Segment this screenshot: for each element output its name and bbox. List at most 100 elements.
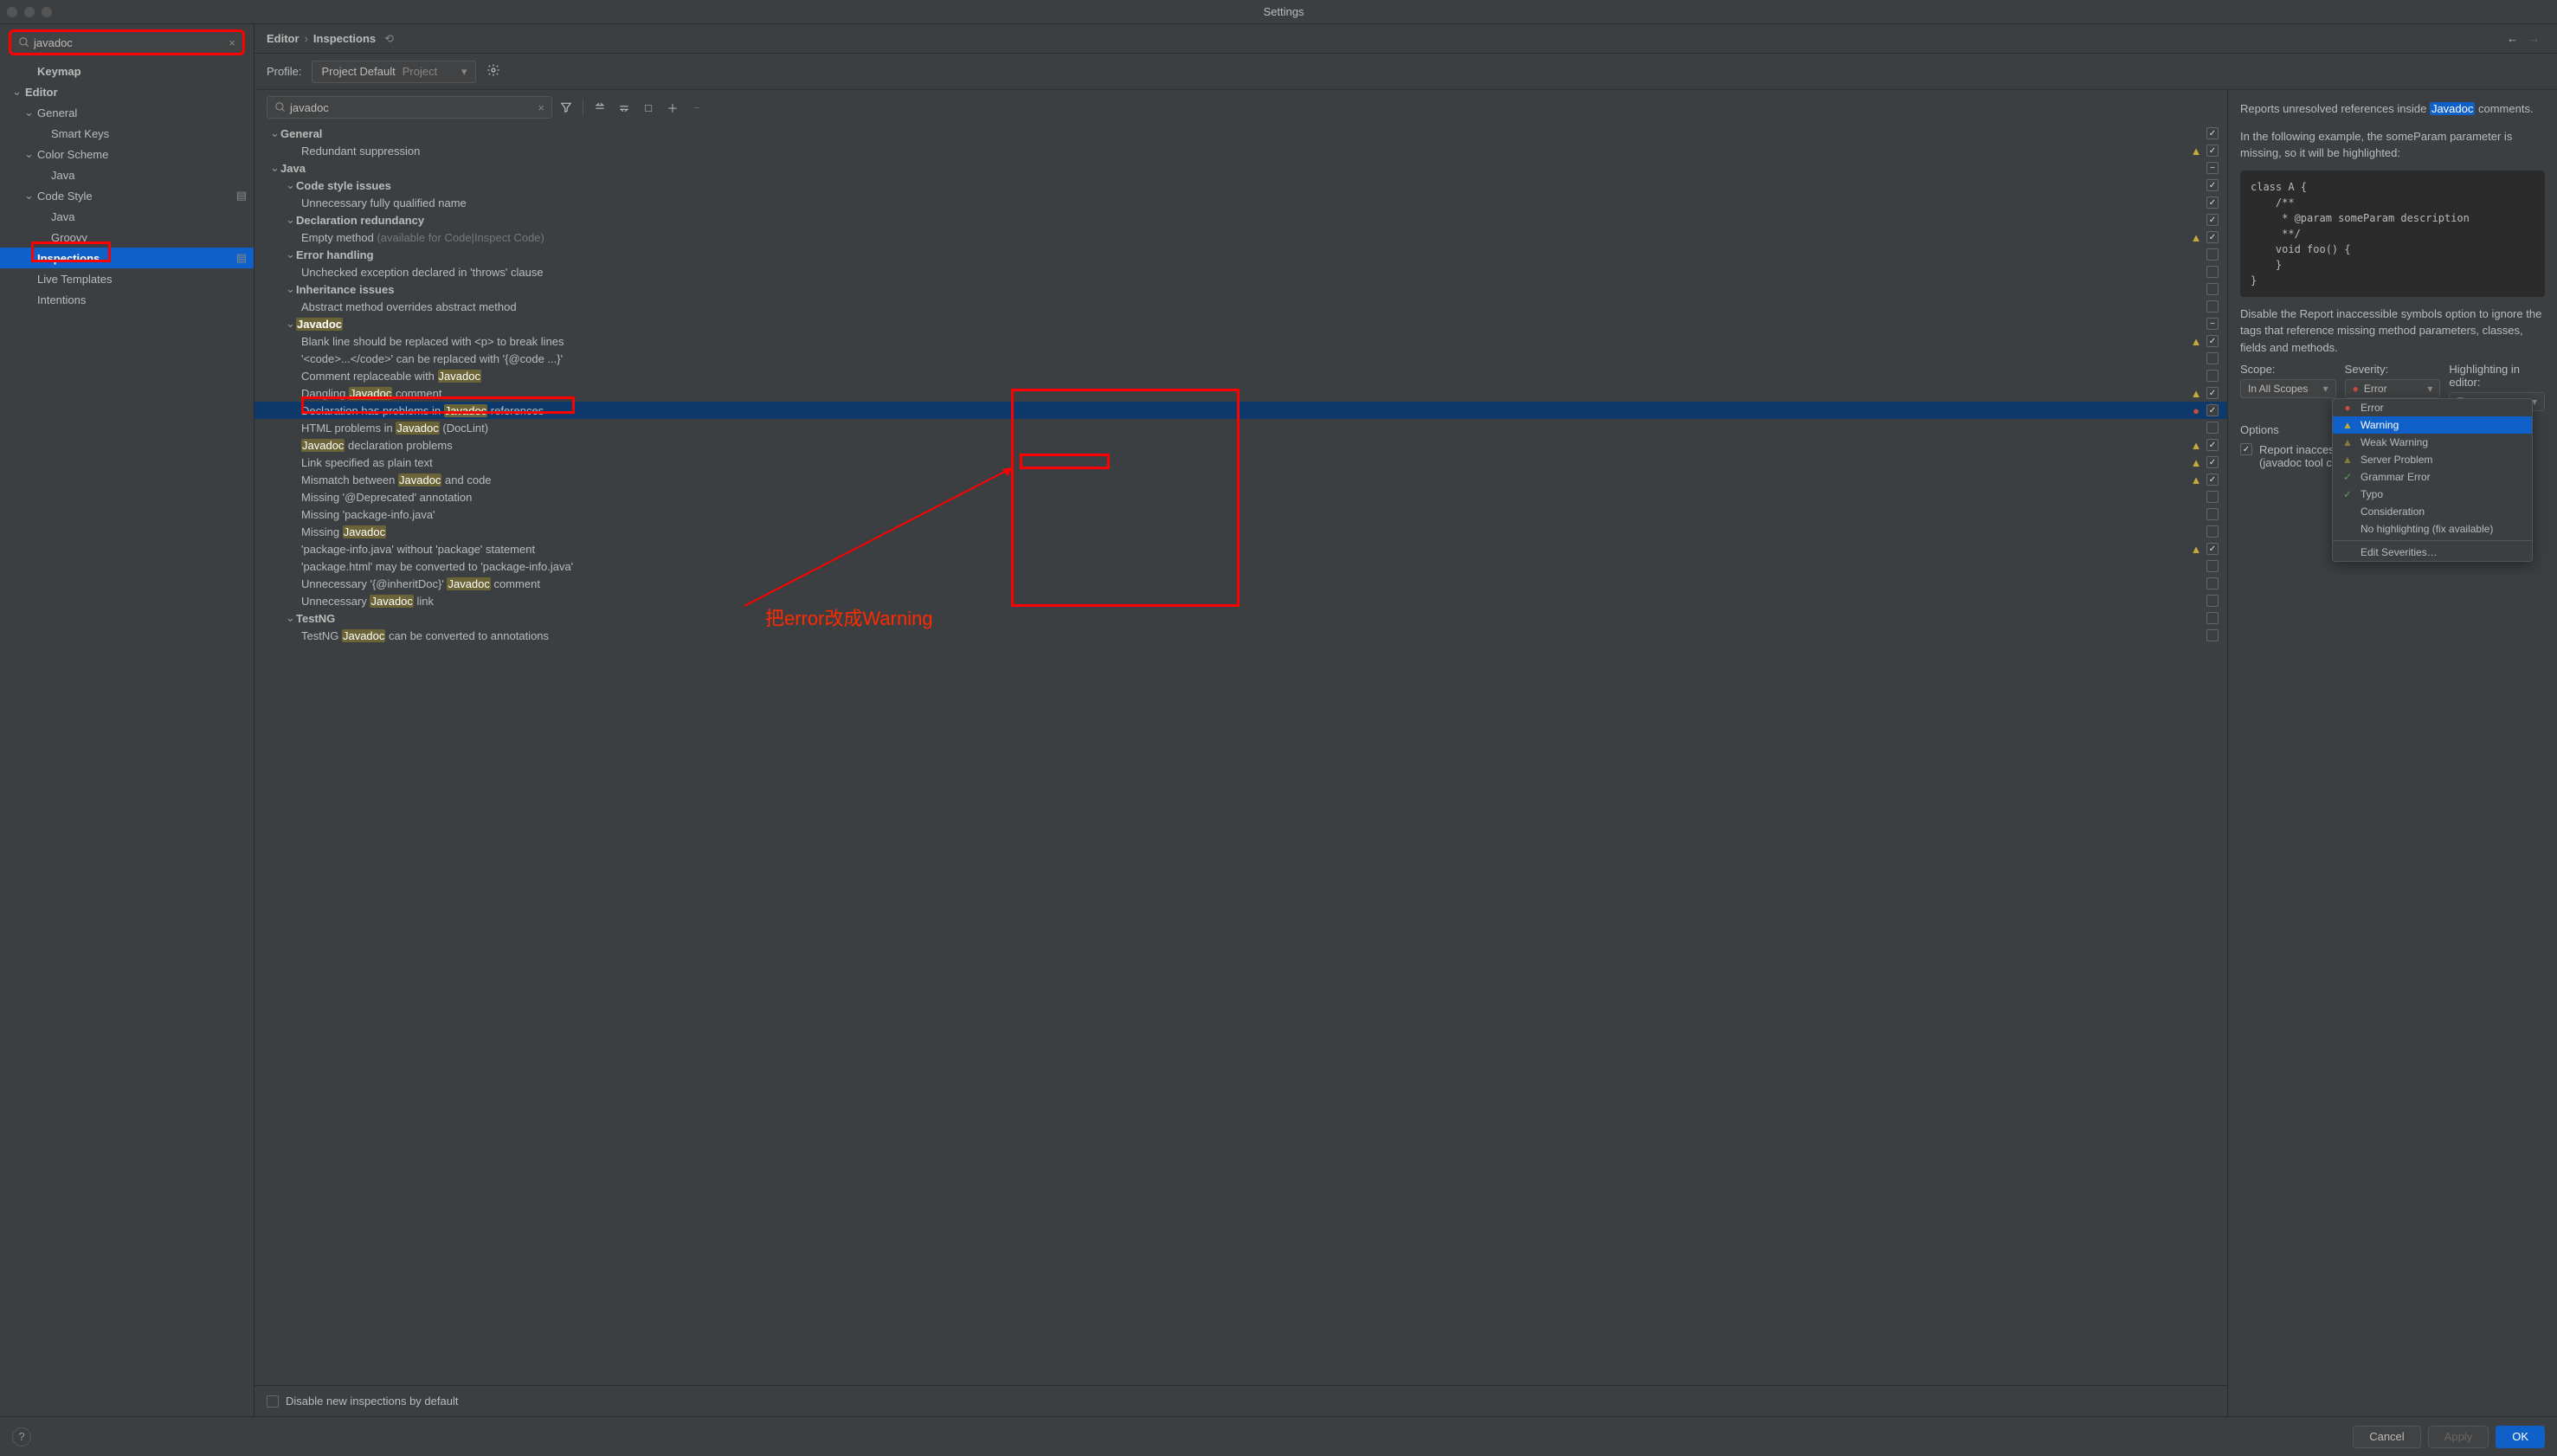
inspection-row[interactable]: Unnecessary fully qualified name [254, 194, 2227, 211]
inspection-row[interactable]: Declaration has problems in Javadoc refe… [254, 402, 2227, 419]
sidebar-item-java[interactable]: Java [0, 164, 254, 185]
inspection-checkbox[interactable] [2206, 629, 2219, 641]
inspection-row[interactable]: Empty method (available for Code|Inspect… [254, 229, 2227, 246]
inspection-row[interactable]: Missing 'package-info.java' [254, 506, 2227, 523]
apply-button[interactable]: Apply [2428, 1426, 2489, 1448]
inspection-row[interactable]: ⌄Declaration redundancy [254, 211, 2227, 229]
sidebar-item-java[interactable]: Java [0, 206, 254, 227]
inspection-checkbox[interactable] [2206, 422, 2219, 434]
inspection-row[interactable]: Link specified as plain text▲ [254, 454, 2227, 471]
profile-combo[interactable]: Project Default Project ▾ [312, 61, 476, 83]
inspection-checkbox[interactable] [2206, 370, 2219, 382]
inspection-checkbox[interactable] [2206, 318, 2219, 330]
inspection-row[interactable]: ⌄Java [254, 159, 2227, 177]
sidebar-item-groovy[interactable]: Groovy [0, 227, 254, 248]
sidebar-item-color-scheme[interactable]: ⌄Color Scheme [0, 144, 254, 164]
severity-option-server-problem[interactable]: ▲Server Problem [2333, 451, 2532, 468]
inspection-row[interactable]: Mismatch between Javadoc and code▲ [254, 471, 2227, 488]
inspection-checkbox[interactable] [2206, 404, 2219, 416]
severity-option-error[interactable]: ●Error [2333, 399, 2532, 416]
inspection-checkbox[interactable] [2206, 387, 2219, 399]
sidebar-item-intentions[interactable]: Intentions [0, 289, 254, 310]
inspection-row[interactable]: ⌄General [254, 125, 2227, 142]
breadcrumb-leaf[interactable]: Inspections [313, 32, 376, 45]
clear-icon[interactable]: × [538, 101, 544, 114]
sidebar-item-inspections[interactable]: Inspections▤ [0, 248, 254, 268]
inspection-row[interactable]: ⌄TestNG [254, 609, 2227, 627]
inspection-row[interactable]: '<code>...</code>' can be replaced with … [254, 350, 2227, 367]
expand-all-icon[interactable] [589, 97, 610, 118]
sidebar-item-keymap[interactable]: Keymap [0, 61, 254, 81]
inspection-checkbox[interactable] [2206, 214, 2219, 226]
inspection-checkbox[interactable] [2206, 612, 2219, 624]
inspection-checkbox[interactable] [2206, 196, 2219, 209]
inspection-row[interactable]: Javadoc declaration problems▲ [254, 436, 2227, 454]
help-button[interactable]: ? [12, 1427, 31, 1446]
inspection-row[interactable]: 'package.html' may be converted to 'pack… [254, 557, 2227, 575]
inspection-checkbox[interactable] [2206, 127, 2219, 139]
disable-new-row[interactable]: Disable new inspections by default [254, 1385, 2227, 1416]
severity-option-weak-warning[interactable]: ▲Weak Warning [2333, 434, 2532, 451]
inspection-checkbox[interactable] [2206, 543, 2219, 555]
scope-combo[interactable]: In All Scopes▾ [2240, 379, 2336, 398]
inspection-checkbox[interactable] [2206, 474, 2219, 486]
inspection-row[interactable]: 'package-info.java' without 'package' st… [254, 540, 2227, 557]
breadcrumb-root[interactable]: Editor [267, 32, 299, 45]
inspection-checkbox[interactable] [2206, 439, 2219, 451]
remove-icon[interactable]: − [686, 97, 707, 118]
inspection-checkbox[interactable] [2206, 491, 2219, 503]
inspection-row[interactable]: Abstract method overrides abstract metho… [254, 298, 2227, 315]
inspection-row[interactable]: ⌄Inheritance issues [254, 280, 2227, 298]
inspection-checkbox[interactable] [2206, 300, 2219, 312]
filter-icon[interactable] [556, 97, 576, 118]
sidebar-item-smart-keys[interactable]: Smart Keys [0, 123, 254, 144]
inspection-checkbox[interactable] [2206, 248, 2219, 261]
cancel-button[interactable]: Cancel [2353, 1426, 2420, 1448]
inspection-row[interactable]: Redundant suppression▲ [254, 142, 2227, 159]
inspection-row[interactable]: Comment replaceable with Javadoc [254, 367, 2227, 384]
inspection-checkbox[interactable] [2206, 283, 2219, 295]
disable-new-checkbox[interactable] [267, 1395, 279, 1408]
inspection-checkbox[interactable] [2206, 352, 2219, 364]
inspection-row[interactable]: HTML problems in Javadoc (DocLint) [254, 419, 2227, 436]
inspection-row[interactable]: ⌄Error handling [254, 246, 2227, 263]
inspection-checkbox[interactable] [2206, 162, 2219, 174]
inspection-checkbox[interactable] [2206, 560, 2219, 572]
sidebar-search-input[interactable]: javadoc × [10, 31, 243, 54]
inspection-row[interactable]: Unnecessary Javadoc link [254, 592, 2227, 609]
inspection-row[interactable]: Missing '@Deprecated' annotation [254, 488, 2227, 506]
inspection-checkbox[interactable] [2206, 577, 2219, 589]
add-icon[interactable]: ＋ [662, 97, 683, 118]
window-controls[interactable] [7, 7, 52, 17]
inspection-checkbox[interactable] [2206, 525, 2219, 538]
collapse-all-icon[interactable] [614, 97, 634, 118]
severity-combo[interactable]: ● Error▾ [2345, 379, 2441, 398]
inspection-checkbox[interactable] [2206, 266, 2219, 278]
reset-icon[interactable]: ⟲ [384, 32, 394, 46]
ok-button[interactable]: OK [2496, 1426, 2545, 1448]
gear-icon[interactable] [486, 63, 500, 80]
clear-icon[interactable]: × [229, 36, 235, 49]
inspection-checkbox[interactable] [2206, 335, 2219, 347]
sidebar-item-editor[interactable]: ⌄Editor [0, 81, 254, 102]
inspection-row[interactable]: ⌄Code style issues [254, 177, 2227, 194]
severity-option-edit-severities-[interactable]: Edit Severities… [2333, 544, 2532, 561]
severity-option-warning[interactable]: ▲Warning [2333, 416, 2532, 434]
severity-option-typo[interactable]: ✓Typo [2333, 486, 2532, 503]
inspection-row[interactable]: Unchecked exception declared in 'throws'… [254, 263, 2227, 280]
nav-forward-icon[interactable]: → [2523, 32, 2545, 45]
severity-dropdown[interactable]: ●Error▲Warning▲Weak Warning▲Server Probl… [2332, 398, 2533, 562]
inspection-checkbox[interactable] [2206, 456, 2219, 468]
inspection-checkbox[interactable] [2206, 231, 2219, 243]
sidebar-item-code-style[interactable]: ⌄Code Style▤ [0, 185, 254, 206]
reset-severities-icon[interactable]: □ [638, 97, 659, 118]
inspection-row[interactable]: Dangling Javadoc comment▲ [254, 384, 2227, 402]
severity-option-no-highlighting-fix-available-[interactable]: No highlighting (fix available) [2333, 520, 2532, 538]
inspection-checkbox[interactable] [2206, 145, 2219, 157]
inspection-checkbox[interactable] [2206, 508, 2219, 520]
inspection-row[interactable]: Blank line should be replaced with <p> t… [254, 332, 2227, 350]
inspection-row[interactable]: Unnecessary '{@inheritDoc}' Javadoc comm… [254, 575, 2227, 592]
sidebar-item-general[interactable]: ⌄General [0, 102, 254, 123]
inspection-row[interactable]: ⌄Javadoc [254, 315, 2227, 332]
option-checkbox[interactable] [2240, 443, 2252, 455]
